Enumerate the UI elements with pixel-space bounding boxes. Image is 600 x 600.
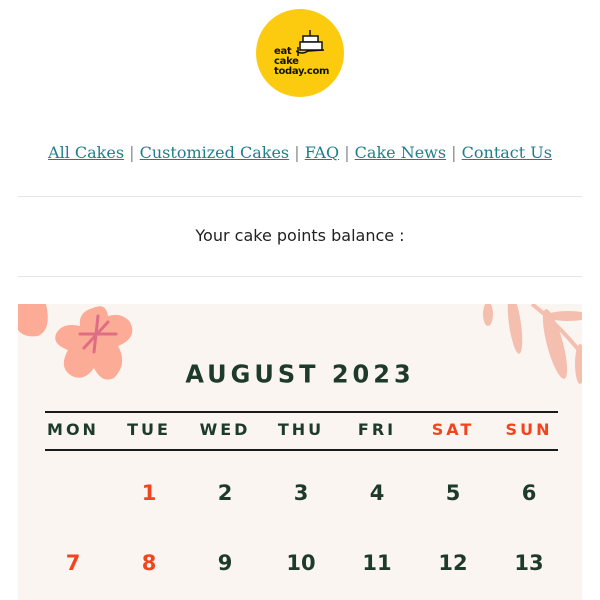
calendar-day: 11: [362, 551, 392, 575]
calendar-header-line: [45, 411, 558, 413]
weekday-header: MON TUE WED THU FRI SAT SUN: [35, 420, 567, 439]
weekday-label: FRI: [357, 420, 397, 439]
calendar-banner[interactable]: AUGUST 2023 MON TUE WED THU FRI SAT SUN …: [18, 304, 582, 600]
calendar-day: 9: [217, 551, 233, 575]
calendar-week-row: 1 2 3 4 5 6: [35, 481, 567, 505]
calendar-week-row: 7 8 9 10 11 12 13: [35, 551, 567, 575]
calendar-day: 13: [514, 551, 544, 575]
calendar-day: 10: [286, 551, 316, 575]
nav-separator: |: [129, 143, 135, 162]
nav-link-all-cakes[interactable]: All Cakes: [48, 143, 124, 162]
nav-link-contact-us[interactable]: Contact Us: [462, 143, 552, 162]
calendar-day: 2: [217, 481, 233, 505]
calendar-header-line: [45, 449, 558, 451]
calendar-day: 5: [445, 481, 461, 505]
nav-separator: |: [451, 143, 457, 162]
logo-text: eat cake today.com: [274, 46, 330, 77]
site-logo[interactable]: eat cake today.com: [256, 9, 344, 97]
points-balance: Your cake points balance :: [195, 226, 405, 245]
weekday-label: WED: [199, 420, 251, 439]
weekday-label: MON: [47, 420, 99, 439]
calendar-day: [35, 481, 111, 505]
nav-link-cake-news[interactable]: Cake News: [355, 143, 446, 162]
calendar-day: 3: [293, 481, 309, 505]
calendar-day: 8: [141, 551, 157, 575]
calendar-day: 1: [141, 481, 157, 505]
nav-separator: |: [344, 143, 350, 162]
weekday-label-weekend: SUN: [505, 420, 553, 439]
calendar-day: 7: [65, 551, 81, 575]
nav-bar: All Cakes | Customized Cakes | FAQ | Cak…: [0, 143, 600, 162]
divider: [18, 276, 582, 277]
weekday-label: THU: [277, 420, 325, 439]
nav-link-faq[interactable]: FAQ: [305, 143, 339, 162]
divider: [18, 196, 582, 197]
weekday-label: TUE: [127, 420, 171, 439]
calendar-day: 12: [438, 551, 468, 575]
nav-link-customized-cakes[interactable]: Customized Cakes: [140, 143, 290, 162]
nav-separator: |: [294, 143, 300, 162]
calendar-day: 6: [521, 481, 537, 505]
calendar-day: 4: [369, 481, 385, 505]
weekday-label-weekend: SAT: [431, 420, 475, 439]
calendar-month-title: AUGUST 2023: [185, 359, 415, 389]
